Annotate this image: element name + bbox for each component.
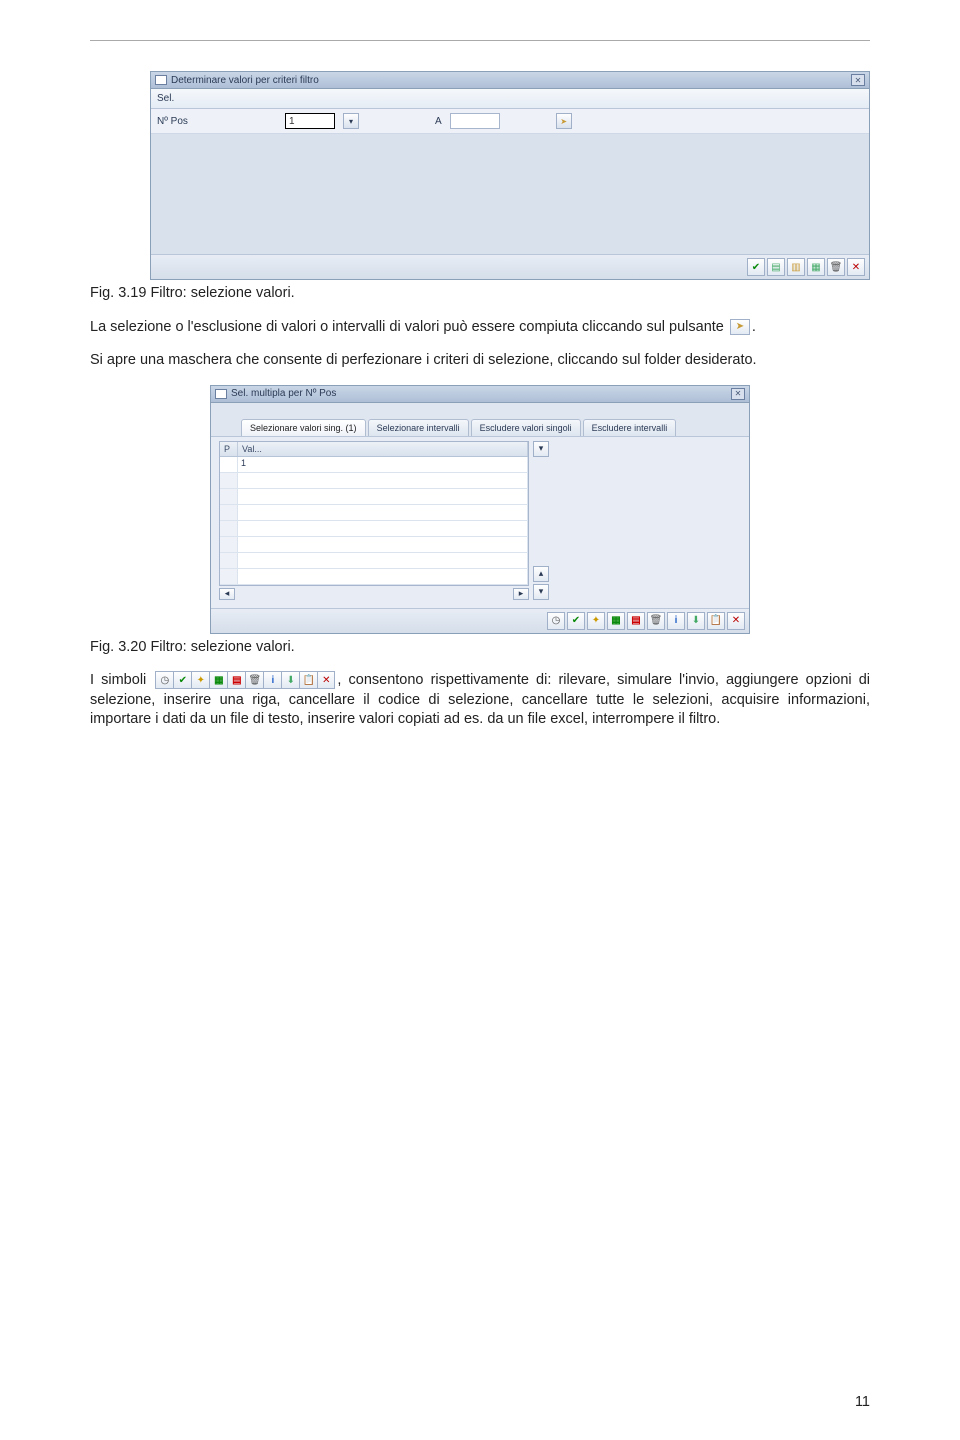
paragraph-3: I simboli ◷ ✔ ✦ ▦ ▤ 🗑 i ⬇ 📋 ✕ , consento… xyxy=(90,671,870,730)
from-value-help-button[interactable]: ▾ xyxy=(343,113,359,129)
grid-vscroll: ▾ ▴ ▾ xyxy=(533,441,549,600)
system-icon xyxy=(155,75,167,85)
dialog1-body xyxy=(151,134,869,254)
check-button[interactable]: ✔ xyxy=(567,612,585,630)
col-p: P xyxy=(220,442,238,456)
page-number: 11 xyxy=(855,1394,870,1410)
dialog1-titlebar: Determinare valori per criteri filtro ✕ xyxy=(151,72,869,89)
dialog2-grid-area: P Val... 1 xyxy=(211,437,749,608)
grid-row-3[interactable] xyxy=(220,489,528,505)
cancel-button[interactable]: ✕ xyxy=(727,612,745,630)
to-value-input[interactable] xyxy=(450,113,500,129)
toolbar-icons-inline: ◷ ✔ ✦ ▦ ▤ 🗑 i ⬇ 📋 ✕ xyxy=(155,671,335,689)
insert-row-button[interactable]: ▤ xyxy=(767,258,785,276)
cancel-icon: ✕ xyxy=(317,671,335,689)
delete-row-button[interactable]: ▤ xyxy=(627,612,645,630)
dialog1-title: Determinare valori per criteri filtro xyxy=(171,75,319,86)
grid-header: P Val... xyxy=(220,442,528,457)
options-icon: ✦ xyxy=(191,671,209,689)
value-help-button[interactable]: ▾ xyxy=(533,441,549,457)
figure-caption-320: Fig. 3.20 Filtro: selezione valori. xyxy=(90,638,870,658)
trash-icon: 🗑 xyxy=(245,671,263,689)
to-label: A xyxy=(435,116,442,127)
delete-row-icon: ▤ xyxy=(227,671,245,689)
dialog1-close-button[interactable]: ✕ xyxy=(851,74,865,86)
insert-row-button[interactable]: ▦ xyxy=(607,612,625,630)
figure-caption-319: Fig. 3.19 Filtro: selezione valori. xyxy=(90,284,870,304)
grid-hscroll: ◂ ▸ xyxy=(219,588,529,600)
paragraph-1-text-a: La selezione o l'esclusione di valori o … xyxy=(90,319,728,335)
dialog1-criteria-row: Nº Pos ▾ A ➤ xyxy=(151,109,869,134)
scroll-down-button[interactable]: ▾ xyxy=(533,584,549,600)
delete-all-button[interactable]: 🗑 xyxy=(827,258,845,276)
from-value-input[interactable] xyxy=(285,113,335,129)
multiple-selection-button[interactable]: ➤ xyxy=(556,113,572,129)
dialog-determine-filter-values: Determinare valori per criteri filtro ✕ … xyxy=(150,71,870,280)
delete-row-button[interactable]: ▥ xyxy=(787,258,805,276)
tab-select-intervals[interactable]: Selezionare intervalli xyxy=(368,419,469,436)
dialog1-footer: ✔ ▤ ▥ ▦ 🗑 ✕ xyxy=(151,254,869,279)
grid-row-4[interactable] xyxy=(220,505,528,521)
dialog-multiple-selection: Sel. multipla per Nº Pos ✕ Selezionare v… xyxy=(210,385,750,634)
paragraph-1: La selezione o l'esclusione di valori o … xyxy=(90,318,870,338)
scroll-right-button[interactable]: ▸ xyxy=(513,588,529,600)
dialog2-tabs: Selezionare valori sing. (1) Selezionare… xyxy=(211,413,749,437)
cancel-button[interactable]: ✕ xyxy=(847,258,865,276)
grid-row-1[interactable]: 1 xyxy=(220,457,528,473)
insert-row-icon: ▦ xyxy=(209,671,227,689)
import-text-icon: ⬇ xyxy=(281,671,299,689)
clock-button[interactable]: ◷ xyxy=(547,612,565,630)
paste-button[interactable]: 📋 xyxy=(707,612,725,630)
grid-row-7[interactable] xyxy=(220,553,528,569)
sel-label: Sel. xyxy=(157,93,174,104)
info-icon: i xyxy=(263,671,281,689)
page-top-rule xyxy=(90,40,870,41)
tab-exclude-single-values[interactable]: Escludere valori singoli xyxy=(471,419,581,436)
info-button[interactable]: i xyxy=(667,612,685,630)
dialog2-title: Sel. multipla per Nº Pos xyxy=(231,388,336,399)
paragraph-1-text-b: . xyxy=(752,319,756,335)
tab-exclude-intervals[interactable]: Escludere intervalli xyxy=(583,419,677,436)
options-button[interactable]: ✦ xyxy=(587,612,605,630)
ok-check-button[interactable]: ✔ xyxy=(747,258,765,276)
paste-icon: 📋 xyxy=(299,671,317,689)
tab-select-single-values[interactable]: Selezionare valori sing. (1) xyxy=(241,419,366,436)
grid-row-2[interactable] xyxy=(220,473,528,489)
append-row-button[interactable]: ▦ xyxy=(807,258,825,276)
system-icon xyxy=(215,389,227,399)
dialog1-header-row: Sel. xyxy=(151,89,869,109)
clock-icon: ◷ xyxy=(155,671,173,689)
paragraph-3-text-a: I simboli xyxy=(90,672,153,688)
check-icon: ✔ xyxy=(173,671,191,689)
import-text-button[interactable]: ⬇ xyxy=(687,612,705,630)
trash-button[interactable]: 🗑 xyxy=(647,612,665,630)
grid-row-5[interactable] xyxy=(220,521,528,537)
scroll-up-button[interactable]: ▴ xyxy=(533,566,549,582)
grid-row-8[interactable] xyxy=(220,569,528,585)
dialog2-titlebar: Sel. multipla per Nº Pos ✕ xyxy=(211,386,749,403)
field-label-nopos: Nº Pos xyxy=(157,116,277,127)
paragraph-2: Si apre una maschera che consente di per… xyxy=(90,351,870,371)
dialog2-footer: ◷ ✔ ✦ ▦ ▤ 🗑 i ⬇ 📋 ✕ xyxy=(211,608,749,633)
values-grid: P Val... 1 xyxy=(219,441,529,586)
col-val: Val... xyxy=(238,442,528,456)
multiple-selection-icon: ➤ xyxy=(730,319,750,335)
grid-row-6[interactable] xyxy=(220,537,528,553)
scroll-left-button[interactable]: ◂ xyxy=(219,588,235,600)
dialog2-close-button[interactable]: ✕ xyxy=(731,388,745,400)
grid-cell-1[interactable]: 1 xyxy=(238,457,528,472)
